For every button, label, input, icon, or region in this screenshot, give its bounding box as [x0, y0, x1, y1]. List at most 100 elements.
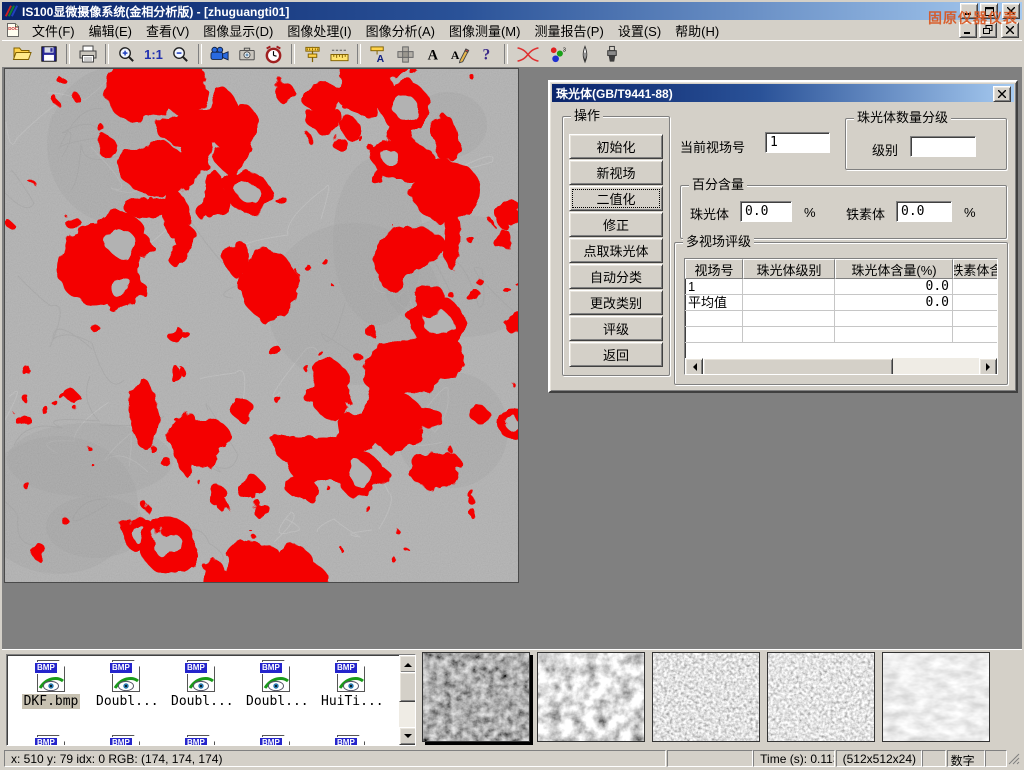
- file-item[interactable]: BMP Doubl...: [169, 660, 233, 710]
- application-window: IS100显微摄像系统(金相分析版) - [zhuguangti01] 固原仪器…: [0, 0, 1024, 768]
- curve-tool-icon[interactable]: [512, 43, 544, 66]
- table-horizontal-scrollbar[interactable]: [685, 358, 997, 374]
- new-field-button[interactable]: 新视场: [569, 160, 663, 185]
- return-button[interactable]: 返回: [569, 342, 663, 367]
- help-button[interactable]: ?: [473, 43, 500, 66]
- document-icon[interactable]: DOC: [5, 22, 21, 38]
- menu-file[interactable]: 文件(F): [25, 20, 82, 41]
- file-item[interactable]: BMP: [169, 735, 233, 746]
- table-row-empty: [685, 327, 997, 343]
- toolbar-separator: [291, 44, 295, 64]
- cursor-position-readout: x: 510 y: 79 idx: 0 RGB: (174, 174, 174): [4, 750, 666, 767]
- scroll-up-button[interactable]: [399, 655, 416, 673]
- file-item[interactable]: BMP: [94, 735, 158, 746]
- col-ferrite-content[interactable]: 铁素体含量(%): [953, 259, 998, 279]
- scrollbar-thumb[interactable]: [703, 358, 893, 375]
- menu-edit[interactable]: 编辑(E): [82, 20, 139, 41]
- toolbar-separator: [105, 44, 109, 64]
- ruler-icon[interactable]: [326, 43, 353, 66]
- menu-view[interactable]: 查看(V): [139, 20, 196, 41]
- actual-size-button[interactable]: 1:1: [140, 43, 167, 66]
- bmp-file-icon: BMP: [259, 660, 293, 692]
- status-bar: x: 510 y: 79 idx: 0 RGB: (174, 174, 174)…: [2, 747, 1022, 770]
- zoom-out-button[interactable]: [167, 43, 194, 66]
- save-button[interactable]: [35, 43, 62, 66]
- ferrite-percent-input[interactable]: 0.0: [896, 201, 952, 222]
- grid-stitch-icon[interactable]: [392, 43, 419, 66]
- menu-image-process[interactable]: 图像处理(I): [280, 20, 358, 41]
- file-item[interactable]: BMP HuiTi...: [319, 660, 383, 710]
- camera-icon[interactable]: [233, 43, 260, 66]
- app-icon[interactable]: [4, 4, 18, 18]
- thumbnail-1[interactable]: [422, 652, 530, 742]
- thumbnail-3[interactable]: [652, 652, 760, 742]
- init-button[interactable]: 初始化: [569, 134, 663, 159]
- current-field-input[interactable]: 1: [765, 132, 830, 153]
- auto-classify-button[interactable]: 自动分类: [569, 264, 663, 289]
- text-edit-icon[interactable]: A: [446, 43, 473, 66]
- bmp-file-icon: BMP: [34, 660, 68, 692]
- binarize-button[interactable]: 二值化: [569, 186, 663, 211]
- thumbnail-4[interactable]: [767, 652, 875, 742]
- menu-image-analysis[interactable]: 图像分析(A): [359, 20, 442, 41]
- file-item[interactable]: BMP Doubl...: [94, 660, 158, 710]
- col-field-no[interactable]: 视场号: [685, 259, 743, 279]
- mode-indicator: 数字: [947, 750, 985, 767]
- pen-tool-icon[interactable]: [571, 43, 598, 66]
- scroll-left-button[interactable]: [685, 358, 703, 375]
- dialog-close-button[interactable]: [993, 86, 1011, 102]
- brush-tool-icon[interactable]: [598, 43, 625, 66]
- measure-text-icon[interactable]: A: [365, 43, 392, 66]
- pearlite-percent-input[interactable]: 0.0: [740, 201, 792, 222]
- resize-grip[interactable]: [1007, 752, 1020, 765]
- current-field-label: 当前视场号: [680, 137, 745, 156]
- window-title: IS100显微摄像系统(金相分析版) - [zhuguangti01]: [22, 3, 289, 20]
- grade-label: 级别: [872, 140, 898, 159]
- zoom-in-button[interactable]: [113, 43, 140, 66]
- menu-image-measure[interactable]: 图像测量(M): [442, 20, 528, 41]
- svg-text:A: A: [377, 54, 385, 64]
- file-list-scrollbar[interactable]: [399, 655, 415, 745]
- correct-button[interactable]: 修正: [569, 212, 663, 237]
- caliper-icon[interactable]: [299, 43, 326, 66]
- analysis-image[interactable]: [4, 68, 519, 583]
- file-item[interactable]: BMP DKF.bmp: [19, 660, 83, 710]
- scroll-right-button[interactable]: [979, 358, 997, 375]
- scroll-down-button[interactable]: [399, 727, 416, 745]
- pick-pearlite-button[interactable]: 点取珠光体: [569, 238, 663, 263]
- open-button[interactable]: [8, 43, 35, 66]
- mdi-workspace: 珠光体(GB/T9441-88) 操作 初始化 新视场 二值化 修正 点取珠光体…: [2, 67, 1022, 650]
- status-panel-empty: [922, 750, 946, 767]
- thumbnail-5[interactable]: [882, 652, 990, 742]
- bmp-file-icon: BMP: [109, 660, 143, 692]
- svg-text:?: ?: [482, 46, 490, 63]
- text-label-icon[interactable]: A: [419, 43, 446, 66]
- file-item[interactable]: BMP: [319, 735, 383, 746]
- thumbnail-2[interactable]: [537, 652, 645, 742]
- print-button[interactable]: [74, 43, 101, 66]
- table-row[interactable]: 平均值 0.0: [685, 295, 997, 311]
- svg-text:A: A: [427, 47, 438, 63]
- scrollbar-thumb[interactable]: [399, 672, 416, 702]
- file-item[interactable]: BMP Doubl...: [244, 660, 308, 710]
- file-browser: BMP DKF.bmp BMP Doubl...: [6, 654, 416, 746]
- menu-settings[interactable]: 设置(S): [611, 20, 668, 41]
- table-row[interactable]: 1 0.0: [685, 279, 997, 295]
- timer-clock-icon[interactable]: [260, 43, 287, 66]
- status-panel-empty: [985, 750, 1007, 767]
- menu-image-display[interactable]: 图像显示(D): [196, 20, 280, 41]
- classify-particles-icon[interactable]: 3: [544, 43, 571, 66]
- col-pearlite-content[interactable]: 珠光体含量(%): [835, 259, 953, 279]
- grade-input[interactable]: [910, 136, 976, 157]
- grade-legend: 珠光体数量分级: [854, 111, 951, 125]
- file-item[interactable]: BMP: [244, 735, 308, 746]
- change-class-button[interactable]: 更改类别: [569, 290, 663, 315]
- menu-report[interactable]: 测量报告(P): [527, 20, 610, 41]
- title-bar: IS100显微摄像系统(金相分析版) - [zhuguangti01]: [2, 2, 1022, 20]
- col-pearlite-grade[interactable]: 珠光体级别: [743, 259, 835, 279]
- rate-button[interactable]: 评级: [569, 316, 663, 341]
- vendor-watermark: 固原仪器仪表: [928, 8, 1018, 28]
- menu-help[interactable]: 帮助(H): [668, 20, 726, 41]
- video-camera-icon[interactable]: [206, 43, 233, 66]
- file-item[interactable]: BMP: [19, 735, 83, 746]
